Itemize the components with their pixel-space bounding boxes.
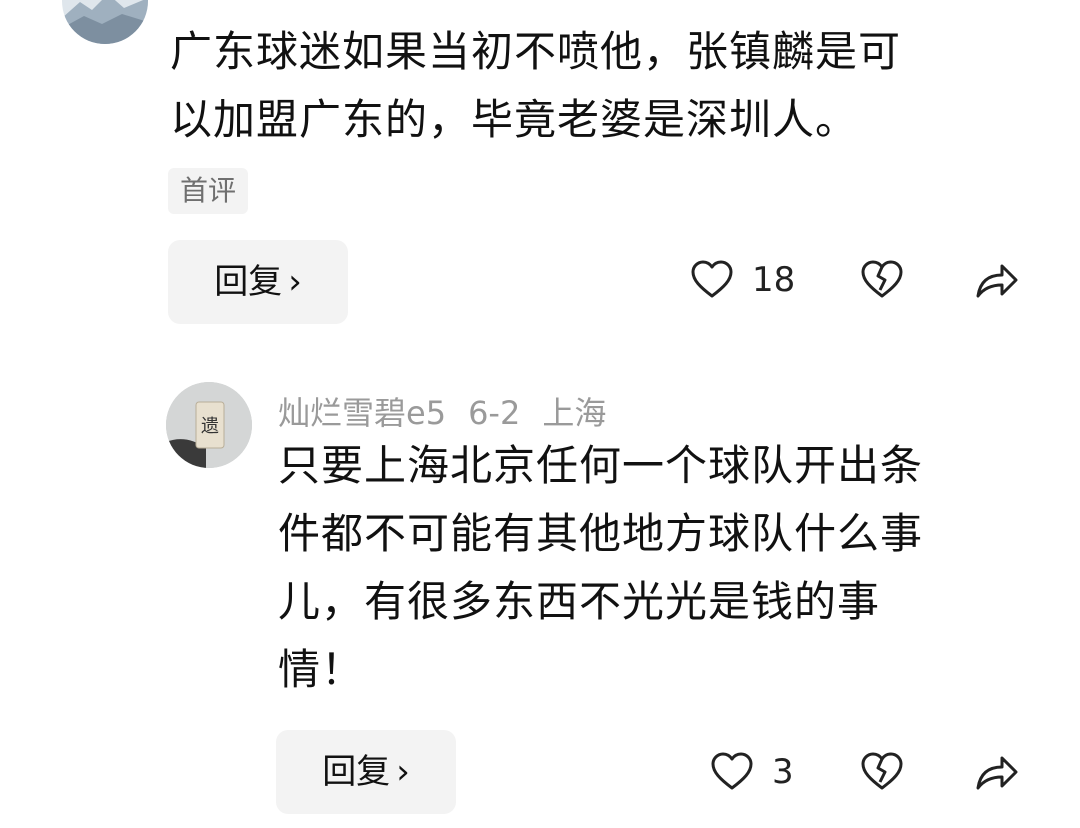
reply-button[interactable]: 回复 › [276,730,456,814]
heart-outline-icon [690,258,734,302]
comment-text-line: 以加盟广东的，毕竟老婆是深圳人。 [170,95,859,144]
comment-location: 上海 [542,394,607,432]
comment-text-line: 件都不可能有其他地方球队什么事 [278,509,924,558]
comment-text: 广东球迷如果当初不喷他，张镇麟是可 以加盟广东的，毕竟老婆是深圳人。 [170,18,1030,154]
share-arrow-icon [974,258,1020,302]
like-button[interactable]: 3 [710,750,794,794]
share-button[interactable] [974,750,1020,794]
comment-text: 只要上海北京任何一个球队开出条 件都不可能有其他地方球队什么事 儿，有很多东西不… [278,432,1038,704]
like-button[interactable]: 18 [690,258,795,302]
comment-item-1: 广东球迷如果当初不喷他，张镇麟是可 以加盟广东的，毕竟老婆是深圳人。 首评 回复… [0,0,1080,340]
reply-label: 回复 [322,752,391,792]
like-count: 18 [752,260,796,300]
reply-button[interactable]: 回复 › [168,240,348,324]
comment-date: 6-2 [468,394,521,432]
share-button[interactable] [974,258,1020,302]
avatar[interactable]: 遗 [166,382,252,468]
comment-item-2: 遗 灿烂雪碧e5 6-2 上海 只要上海北京任何一个球队开出条 件都不可能有其他地方… [0,380,1080,828]
comment-text-line: 情！ [278,645,365,694]
first-comment-badge: 首评 [168,168,249,214]
chevron-right-icon: › [288,262,302,302]
dislike-button[interactable] [860,258,904,302]
username[interactable]: 灿烂雪碧e5 [278,394,446,432]
comment-text-line: 只要上海北京任何一个球队开出条 [278,441,924,490]
heart-outline-icon [710,750,754,794]
comment-text-line: 广东球迷如果当初不喷他，张镇麟是可 [170,27,902,76]
dislike-button[interactable] [860,750,904,794]
like-count: 3 [772,752,794,792]
broken-heart-icon [860,258,904,302]
avatar-stone-glyph: 遗 [201,416,219,437]
share-arrow-icon [974,750,1020,794]
chevron-right-icon: › [396,752,410,792]
comment-thread: 广东球迷如果当初不喷他，张镇麟是可 以加盟广东的，毕竟老婆是深圳人。 首评 回复… [0,0,1080,828]
comment-meta: 灿烂雪碧e5 6-2 上海 [278,388,628,434]
reply-label: 回复 [214,262,283,302]
avatar[interactable] [62,0,148,44]
comment-text-line: 儿，有很多东西不光光是钱的事 [278,577,881,626]
broken-heart-icon [860,750,904,794]
